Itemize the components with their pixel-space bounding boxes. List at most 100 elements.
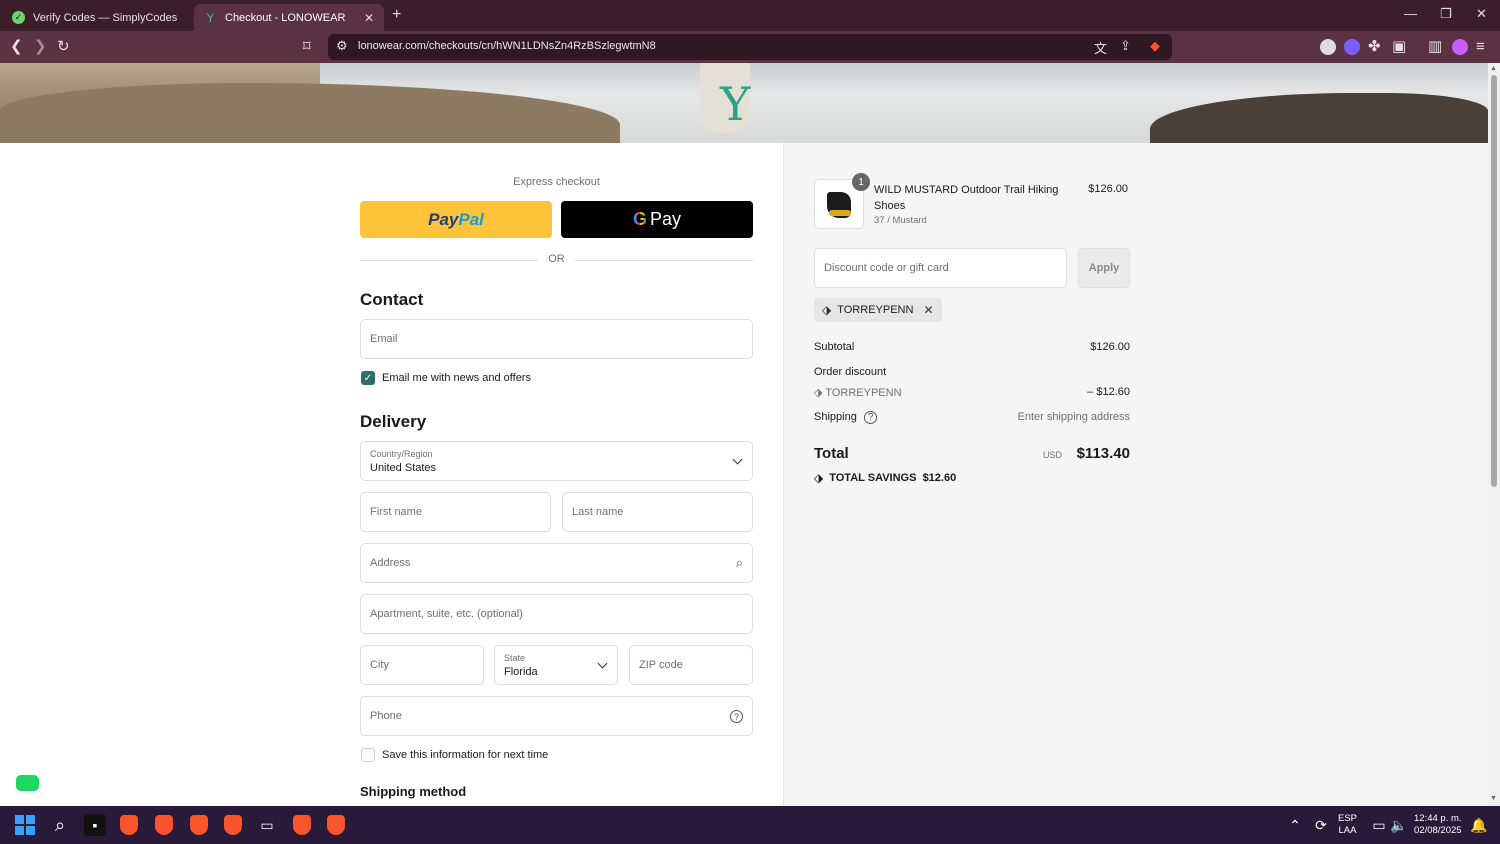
- total-label: Total: [814, 445, 849, 462]
- brave-browser-icon[interactable]: [188, 814, 210, 836]
- wallet-icon[interactable]: ▣: [1392, 38, 1406, 56]
- gpay-label: Pay: [649, 209, 682, 229]
- address-bar[interactable]: ⚙ lonowear.com/checkouts/cn/hWN1LDNsZn4R…: [328, 34, 1172, 60]
- last-name-field[interactable]: Last name: [562, 492, 753, 532]
- brave-browser-icon[interactable]: [222, 814, 244, 836]
- apply-discount-button[interactable]: Apply: [1078, 248, 1130, 288]
- news-checkbox-label: Email me with news and offers: [382, 372, 531, 384]
- or-divider: OR: [360, 253, 753, 267]
- order-discount-label: Order discount: [814, 366, 887, 378]
- share-icon[interactable]: ⇪: [1120, 38, 1131, 54]
- city-placeholder: City: [370, 659, 389, 671]
- subtotal-label: Subtotal: [814, 341, 855, 353]
- state-value: Florida: [504, 666, 538, 678]
- last-name-placeholder: Last name: [572, 506, 624, 518]
- tab-close-icon[interactable]: ✕: [364, 11, 374, 25]
- chevron-down-icon: [732, 454, 743, 465]
- extension-icon[interactable]: [1344, 39, 1360, 55]
- volume-icon[interactable]: 🔈: [1388, 814, 1410, 836]
- page-scrollbar[interactable]: ▲ ▼: [1488, 63, 1500, 806]
- clock-date: 02/08/2025: [1414, 825, 1462, 836]
- sidebar-icon[interactable]: ▥: [1428, 38, 1442, 56]
- forward-icon[interactable]: ❯: [34, 38, 47, 56]
- tab-title: Checkout - LONOWEAR: [225, 11, 346, 24]
- scroll-down-icon[interactable]: ▼: [1490, 795, 1497, 802]
- window-close-icon[interactable]: ✕: [1476, 6, 1487, 22]
- tab-checkout[interactable]: Y Checkout - LONOWEAR ✕: [194, 4, 384, 31]
- email-field[interactable]: Email: [360, 319, 753, 359]
- brave-browser-icon[interactable]: [118, 814, 140, 836]
- scroll-thumb[interactable]: [1491, 75, 1497, 487]
- lonowear-favicon-icon: Y: [206, 10, 215, 25]
- tray-chevron-up-icon[interactable]: ⌃: [1284, 814, 1306, 836]
- extension-icon[interactable]: [1320, 39, 1336, 55]
- back-icon[interactable]: ❮: [10, 38, 23, 56]
- windows-taskbar: ⌕ ▪ ▭ ⌃ ⟳ ESP LAA ▭ 🔈 12:44 p. m. 02/08/…: [0, 806, 1500, 844]
- restore-icon[interactable]: ❐: [1440, 6, 1452, 22]
- simplycodes-favicon-icon: ✓: [12, 11, 25, 24]
- brave-shields-icon[interactable]: ◆: [1150, 38, 1160, 54]
- floating-widget-button[interactable]: [16, 775, 39, 791]
- discount-code-label: TORREYPENN: [825, 387, 902, 399]
- quantity-badge: 1: [852, 173, 870, 191]
- address-field[interactable]: Address ⌕: [360, 543, 753, 583]
- scroll-up-icon[interactable]: ▲: [1490, 65, 1497, 72]
- help-icon[interactable]: ?: [730, 710, 743, 723]
- apartment-field[interactable]: Apartment, suite, etc. (optional): [360, 594, 753, 634]
- total-savings: ⬗ TOTAL SAVINGS $12.60: [814, 471, 956, 485]
- remove-code-icon[interactable]: ✕: [923, 303, 933, 317]
- savings-label: TOTAL SAVINGS: [829, 472, 917, 484]
- translate-icon[interactable]: 文: [1094, 38, 1107, 57]
- discount-code-input[interactable]: Discount code or gift card: [814, 248, 1067, 288]
- paypal-logo-part: Pal: [458, 209, 484, 229]
- windows-start-icon[interactable]: [14, 814, 36, 836]
- minimize-icon[interactable]: —: [1404, 6, 1417, 21]
- paypal-logo-part: Pay: [428, 209, 459, 229]
- brave-browser-icon[interactable]: [325, 814, 347, 836]
- language-code: ESP: [1338, 813, 1358, 824]
- discount-value: – $12.60: [1087, 386, 1130, 398]
- tab-simplycodes[interactable]: ✓ Verify Codes — SimplyCodes: [2, 4, 192, 31]
- lonowear-logo-icon[interactable]: Y: [720, 77, 750, 131]
- brave-browser-icon[interactable]: [153, 814, 175, 836]
- state-select[interactable]: State Florida: [494, 645, 618, 685]
- new-tab-icon[interactable]: +: [392, 6, 401, 24]
- applied-code-chip: ⬗ TORREYPENN ✕: [814, 298, 942, 322]
- product-price: $126.00: [1088, 183, 1128, 195]
- search-icon[interactable]: ⌕: [49, 814, 71, 836]
- clock[interactable]: 12:44 p. m. 02/08/2025: [1414, 813, 1462, 837]
- language-indicator[interactable]: ESP LAA: [1338, 813, 1357, 837]
- leo-ai-icon[interactable]: [1452, 39, 1468, 55]
- news-checkbox[interactable]: ✓: [361, 371, 375, 385]
- bookmark-icon[interactable]: ⌑: [303, 38, 311, 56]
- chevron-down-icon: [597, 658, 608, 669]
- phone-field[interactable]: Phone ?: [360, 696, 753, 736]
- help-icon[interactable]: ?: [863, 411, 878, 424]
- google-pay-button[interactable]: G Pay: [561, 201, 753, 238]
- checkout-form: Express checkout Pay Pal G Pay OR Contact…: [0, 143, 783, 806]
- save-info-label: Save this information for next time: [382, 749, 549, 761]
- country-value: United States: [370, 462, 437, 474]
- sync-icon[interactable]: ⟳: [1310, 814, 1332, 836]
- zip-field[interactable]: ZIP code: [629, 645, 753, 685]
- subtotal-value: $126.00: [1090, 341, 1130, 353]
- network-icon[interactable]: ▭: [1368, 814, 1390, 836]
- brave-browser-icon[interactable]: [291, 814, 313, 836]
- city-field[interactable]: City: [360, 645, 484, 685]
- clock-time: 12:44 p. m.: [1414, 813, 1462, 824]
- paypal-button[interactable]: Pay Pal: [360, 201, 552, 238]
- notification-bell-icon[interactable]: 🔔: [1468, 814, 1490, 836]
- shipping-value: Enter shipping address: [1017, 411, 1130, 423]
- menu-icon[interactable]: ≡: [1476, 38, 1485, 56]
- site-info-icon[interactable]: ⚙: [336, 38, 348, 54]
- country-select[interactable]: Country/Region United States: [360, 441, 753, 481]
- terminal-icon[interactable]: ▭: [256, 814, 278, 836]
- delivery-heading: Delivery: [360, 412, 427, 431]
- address-placeholder: Address: [370, 557, 411, 569]
- contact-heading: Contact: [360, 290, 424, 309]
- save-info-checkbox[interactable]: [361, 748, 375, 762]
- extensions-puzzle-icon[interactable]: ✤: [1368, 38, 1381, 56]
- reload-icon[interactable]: ↻: [57, 38, 70, 56]
- app-icon[interactable]: ▪: [84, 814, 106, 836]
- first-name-field[interactable]: First name: [360, 492, 551, 532]
